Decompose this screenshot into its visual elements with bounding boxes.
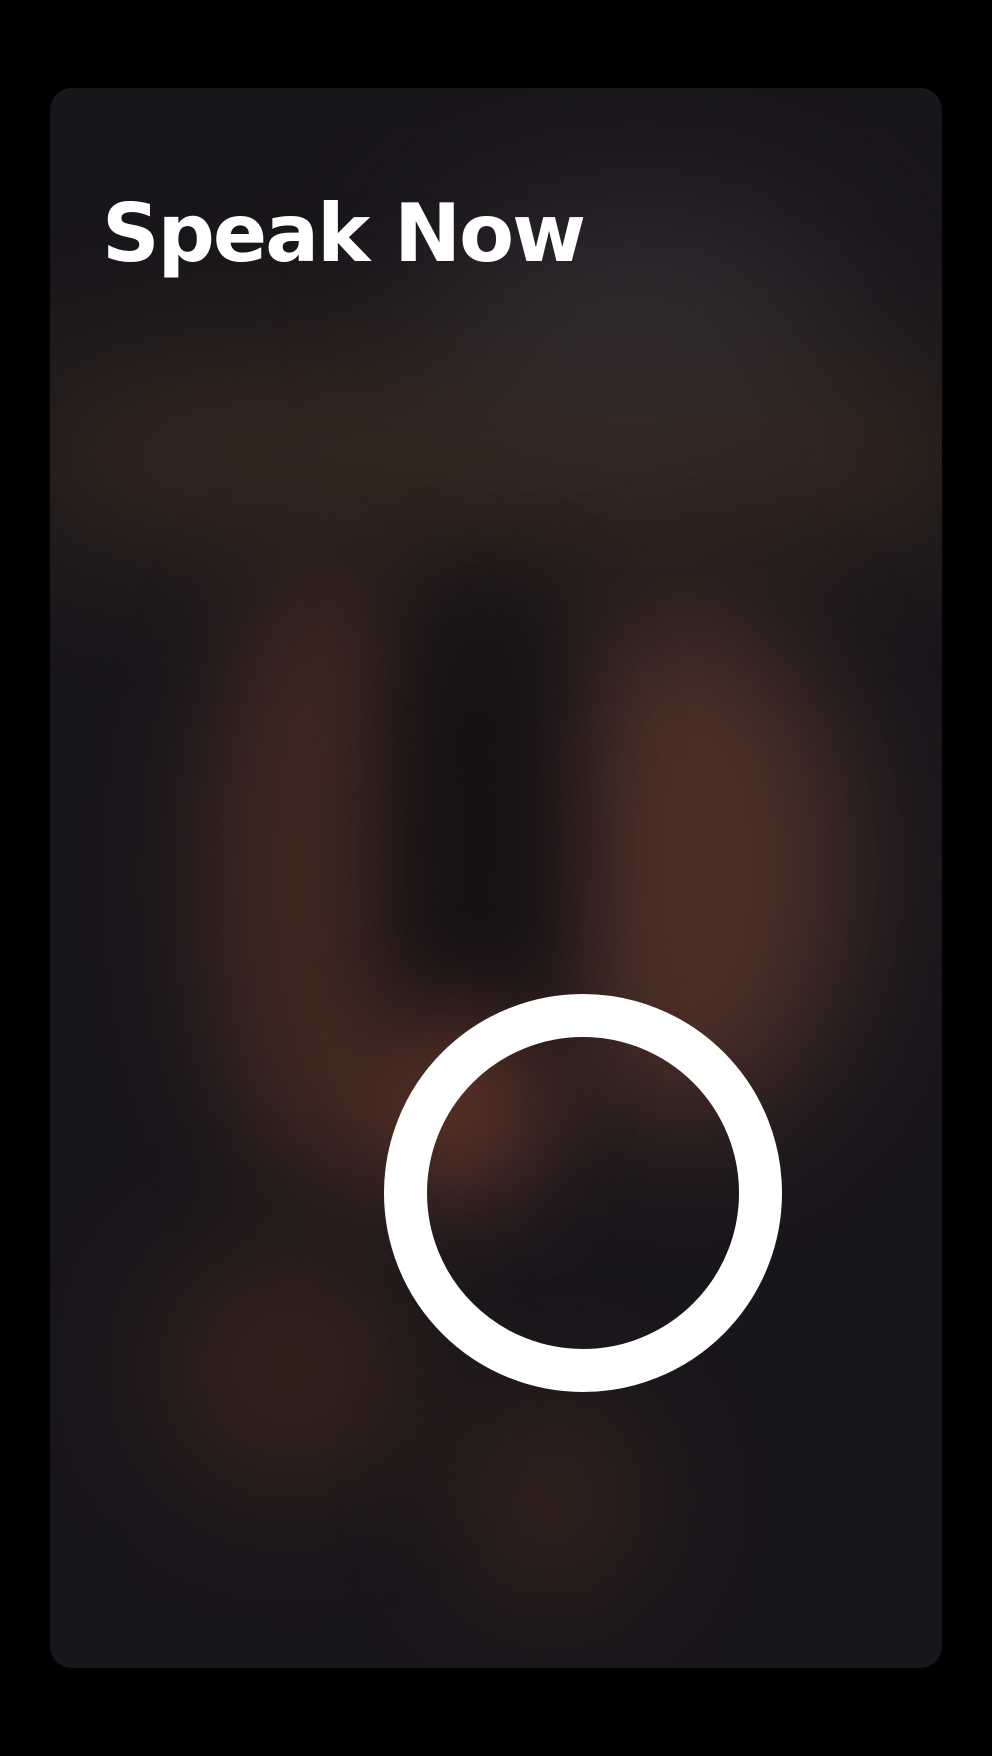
background-blur-shape xyxy=(160,1238,420,1498)
record-button[interactable] xyxy=(384,994,782,1392)
voice-capture-screen: Speak Now xyxy=(0,0,992,1756)
background-blur-shape xyxy=(450,1388,650,1608)
page-title: Speak Now xyxy=(102,187,586,280)
camera-panel: Speak Now xyxy=(50,88,942,1668)
blurred-camera-background xyxy=(50,88,942,1668)
